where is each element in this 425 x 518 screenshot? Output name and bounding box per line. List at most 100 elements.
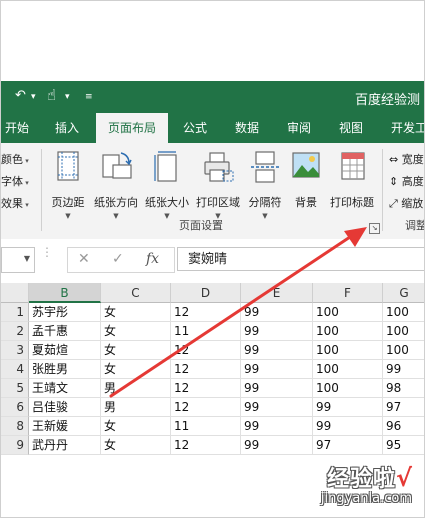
tab-insert[interactable]: 插入 <box>55 113 79 143</box>
cell-e[interactable]: 99 <box>241 436 313 455</box>
cell-g[interactable]: 98 <box>383 379 424 398</box>
column-header-g[interactable]: G <box>383 283 424 303</box>
background-button[interactable]: 背景 <box>288 149 324 210</box>
cell-f[interactable]: 100 <box>313 360 383 379</box>
cell-f[interactable]: 100 <box>313 341 383 360</box>
cancel-icon[interactable]: ✕ <box>78 251 90 267</box>
cell-e[interactable]: 99 <box>241 303 313 322</box>
cell-gender[interactable]: 女 <box>101 322 171 341</box>
print-area-button[interactable]: 打印区域 ▼ <box>194 149 242 220</box>
cell-name[interactable]: 王新媛 <box>29 417 101 436</box>
theme-fonts-button[interactable]: 字体 ▾ <box>1 173 29 189</box>
height-button[interactable]: ⇕ 高度 <box>389 173 424 189</box>
cell-gender[interactable]: 女 <box>101 417 171 436</box>
corner-header[interactable] <box>1 283 29 303</box>
undo-dropdown-icon[interactable]: ▾ <box>31 92 36 102</box>
touch-mode-icon[interactable]: ☝ <box>47 86 56 104</box>
cell-g[interactable]: 99 <box>383 360 424 379</box>
cell-d[interactable]: 11 <box>171 322 241 341</box>
cell-d[interactable]: 12 <box>171 341 241 360</box>
row-number[interactable]: 2 <box>1 322 29 341</box>
column-header-b[interactable]: B <box>29 283 101 303</box>
cell-f[interactable]: 100 <box>313 322 383 341</box>
orientation-button[interactable]: 纸张方向 ▼ <box>91 149 141 220</box>
cell-d[interactable]: 12 <box>171 379 241 398</box>
cell-e[interactable]: 99 <box>241 341 313 360</box>
touch-dropdown-icon[interactable]: ▾ <box>65 92 70 102</box>
cell-d[interactable]: 12 <box>171 303 241 322</box>
size-button[interactable]: 纸张大小 ▼ <box>142 149 192 220</box>
table-row[interactable]: 4 张胜男女 12 99 100 99 <box>1 360 424 379</box>
theme-colors-button[interactable]: 颜色 ▾ <box>1 151 29 167</box>
cell-d[interactable]: 12 <box>171 436 241 455</box>
cell-d[interactable]: 12 <box>171 398 241 417</box>
cell-name[interactable]: 夏茹煊 <box>29 341 101 360</box>
cell-e[interactable]: 99 <box>241 379 313 398</box>
cell-f[interactable]: 99 <box>313 398 383 417</box>
row-number[interactable]: 1 <box>1 303 29 322</box>
insert-function-icon[interactable]: fx <box>146 251 159 267</box>
tab-home[interactable]: 开始 <box>5 113 29 143</box>
cell-g[interactable]: 97 <box>383 398 424 417</box>
tab-page-layout[interactable]: 页面布局 <box>96 113 169 143</box>
cell-gender[interactable]: 女 <box>101 436 171 455</box>
column-header-d[interactable]: D <box>171 283 241 303</box>
cell-f[interactable]: 97 <box>313 436 383 455</box>
tab-developer[interactable]: 开发工 <box>391 113 424 143</box>
margins-button[interactable]: 页边距 ▼ <box>47 149 89 220</box>
name-box[interactable]: ▼ <box>1 247 35 273</box>
cell-name[interactable]: 王靖文 <box>29 379 101 398</box>
cell-f[interactable]: 99 <box>313 417 383 436</box>
row-number[interactable]: 3 <box>1 341 29 360</box>
cell-name[interactable]: 孟千惠 <box>29 322 101 341</box>
cell-gender[interactable]: 女 <box>101 360 171 379</box>
table-row[interactable]: 8 王新媛女 11 99 99 96 <box>1 417 424 436</box>
row-number[interactable]: 4 <box>1 360 29 379</box>
enter-icon[interactable]: ✓ <box>112 251 124 267</box>
table-row[interactable]: 3 夏茹煊女 12 99 100 100 <box>1 341 424 360</box>
cell-name[interactable]: 张胜男 <box>29 360 101 379</box>
cell-name[interactable]: 武丹丹 <box>29 436 101 455</box>
cell-g[interactable]: 96 <box>383 417 424 436</box>
table-row[interactable]: 2 孟千惠女 11 99 100 100 <box>1 322 424 341</box>
cell-e[interactable]: 99 <box>241 322 313 341</box>
table-row[interactable]: 9 武丹丹女 12 99 97 95 <box>1 436 424 455</box>
column-header-e[interactable]: E <box>241 283 313 303</box>
cell-gender[interactable]: 男 <box>101 398 171 417</box>
cell-g[interactable]: 100 <box>383 341 424 360</box>
formula-input[interactable]: 窦婉晴 <box>177 247 424 271</box>
tab-view[interactable]: 视图 <box>339 113 363 143</box>
theme-effects-button[interactable]: 效果 ▾ <box>1 195 29 211</box>
cell-f[interactable]: 100 <box>313 303 383 322</box>
print-titles-button[interactable]: 打印标题 <box>327 149 377 210</box>
tab-review[interactable]: 审阅 <box>287 113 311 143</box>
cell-d[interactable]: 12 <box>171 360 241 379</box>
scale-button[interactable]: ⤢ 缩放 <box>389 195 423 211</box>
tab-formulas[interactable]: 公式 <box>183 113 207 143</box>
cell-f[interactable]: 100 <box>313 379 383 398</box>
cell-gender[interactable]: 男 <box>101 379 171 398</box>
table-row[interactable]: 5 王靖文男 12 99 100 98 <box>1 379 424 398</box>
row-number[interactable]: 5 <box>1 379 29 398</box>
row-number[interactable]: 9 <box>1 436 29 455</box>
cell-name[interactable]: 吕佳骏 <box>29 398 101 417</box>
undo-icon[interactable]: ↶ <box>15 88 26 103</box>
cell-d[interactable]: 11 <box>171 417 241 436</box>
table-row[interactable]: 6 吕佳骏男 12 99 99 97 <box>1 398 424 417</box>
width-button[interactable]: ⇔ 宽度 <box>389 151 424 167</box>
page-setup-launcher-button[interactable]: ↘ <box>369 223 380 234</box>
cell-gender[interactable]: 女 <box>101 303 171 322</box>
cell-e[interactable]: 99 <box>241 398 313 417</box>
cell-gender[interactable]: 女 <box>101 341 171 360</box>
cell-name[interactable]: 苏宇彤 <box>29 303 101 322</box>
customize-qat-icon[interactable]: ≡ <box>85 92 93 102</box>
breaks-button[interactable]: 分隔符 ▼ <box>245 149 285 220</box>
row-number[interactable]: 8 <box>1 417 29 436</box>
cell-g[interactable]: 95 <box>383 436 424 455</box>
cell-e[interactable]: 99 <box>241 360 313 379</box>
cell-e[interactable]: 99 <box>241 417 313 436</box>
worksheet-grid[interactable]: B C D E F G 1 苏宇彤女 12 99 100 100 2 孟千惠女 11 99 100 1… <box>1 283 424 455</box>
cell-g[interactable]: 100 <box>383 322 424 341</box>
row-number[interactable]: 6 <box>1 398 29 417</box>
tab-data[interactable]: 数据 <box>235 113 259 143</box>
